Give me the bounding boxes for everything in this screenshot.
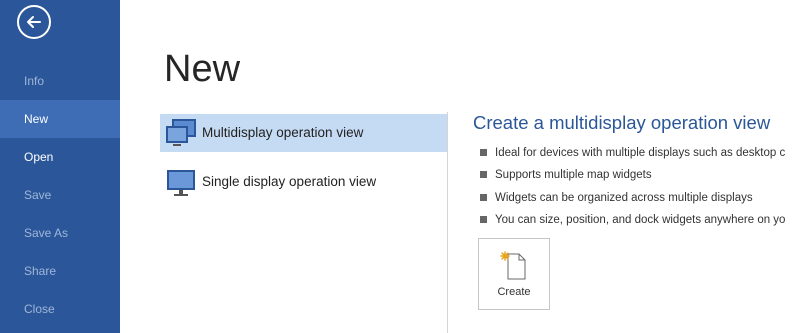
option-label: Multidisplay operation view bbox=[202, 125, 364, 140]
bullet-icon bbox=[480, 149, 487, 156]
nav-item-info[interactable]: Info bbox=[0, 62, 120, 100]
monitor-icon bbox=[165, 166, 197, 203]
multi-monitor-icon bbox=[165, 117, 197, 154]
page-title: New bbox=[164, 48, 241, 90]
option-single-display-view[interactable]: Single display operation view bbox=[160, 163, 447, 201]
create-button[interactable]: Create bbox=[478, 238, 550, 310]
backstage-sidebar: Info New Open Save Save As Share Close bbox=[0, 0, 120, 333]
list-item: Ideal for devices with multiple displays… bbox=[480, 142, 785, 164]
bullet-icon bbox=[480, 193, 487, 201]
option-multidisplay-view[interactable]: Multidisplay operation view bbox=[160, 114, 447, 152]
bullet-icon bbox=[480, 171, 487, 179]
nav-item-new[interactable]: New bbox=[0, 100, 120, 138]
nav-item-open[interactable]: Open bbox=[0, 138, 120, 176]
option-label: Single display operation view bbox=[202, 174, 377, 189]
arrow-left-icon bbox=[27, 16, 41, 28]
main-panel: New Multidisplay operation view Single d… bbox=[120, 0, 796, 333]
nav-item-share[interactable]: Share bbox=[0, 252, 120, 290]
create-label: Create bbox=[497, 286, 531, 298]
nav-item-close[interactable]: Close bbox=[0, 290, 120, 328]
panel-divider bbox=[447, 112, 448, 333]
list-item: Supports multiple map widgets bbox=[480, 164, 785, 186]
back-button[interactable] bbox=[17, 5, 51, 39]
nav-item-save-as[interactable]: Save As bbox=[0, 214, 120, 252]
list-item: Widgets can be organized across multiple… bbox=[480, 187, 785, 209]
nav-item-save[interactable]: Save bbox=[0, 176, 120, 214]
feature-list: Ideal for devices with multiple displays… bbox=[480, 142, 785, 231]
new-document-icon bbox=[500, 251, 530, 286]
list-item: You can size, position, and dock widgets… bbox=[480, 209, 785, 231]
bullet-icon bbox=[480, 215, 487, 223]
detail-title: Create a multidisplay operation view bbox=[473, 112, 771, 133]
